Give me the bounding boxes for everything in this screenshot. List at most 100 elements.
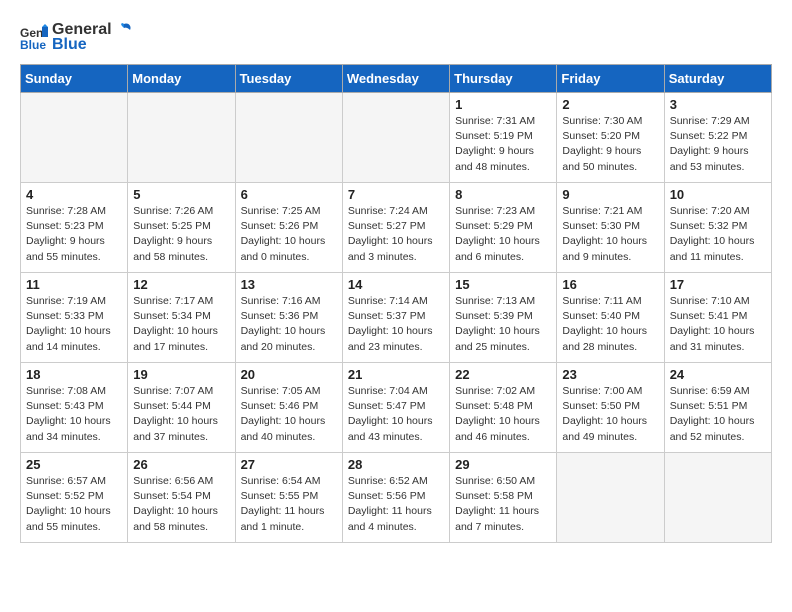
weekday-header-thursday: Thursday xyxy=(450,65,557,93)
calendar-week-2: 4Sunrise: 7:28 AM Sunset: 5:23 PM Daylig… xyxy=(21,183,772,273)
day-number: 23 xyxy=(562,367,658,382)
calendar-table: SundayMondayTuesdayWednesdayThursdayFrid… xyxy=(20,64,772,543)
calendar-cell: 18Sunrise: 7:08 AM Sunset: 5:43 PM Dayli… xyxy=(21,363,128,453)
calendar-cell: 5Sunrise: 7:26 AM Sunset: 5:25 PM Daylig… xyxy=(128,183,235,273)
calendar-cell xyxy=(664,453,771,543)
calendar-cell: 8 Sunrise: 7:23 AM Sunset: 5:29 PM Daylig… xyxy=(450,183,557,273)
day-info: Sunrise: 7:23 AM Sunset: 5:29 PM Dayligh… xyxy=(455,204,551,265)
calendar-cell: 14 Sunrise: 7:14 AM Sunset: 5:37 PM Dayli… xyxy=(342,273,449,363)
calendar-cell: 7 Sunrise: 7:24 AM Sunset: 5:27 PM Daylig… xyxy=(342,183,449,273)
day-number: 10 xyxy=(670,187,766,202)
calendar-week-4: 18Sunrise: 7:08 AM Sunset: 5:43 PM Dayli… xyxy=(21,363,772,453)
day-number: 21 xyxy=(348,367,444,382)
calendar-cell: 28 Sunrise: 6:52 AM Sunset: 5:56 PM Dayli… xyxy=(342,453,449,543)
weekday-header-sunday: Sunday xyxy=(21,65,128,93)
day-info: Sunrise: 7:20 AM Sunset: 5:32 PM Dayligh… xyxy=(670,204,766,265)
day-number: 28 xyxy=(348,457,444,472)
day-info: Sunrise: 7:02 AM Sunset: 5:48 PM Dayligh… xyxy=(455,384,551,445)
calendar-cell xyxy=(128,93,235,183)
day-info: Sunrise: 7:05 AM Sunset: 5:46 PM Dayligh… xyxy=(241,384,337,445)
day-number: 1 xyxy=(455,97,551,112)
calendar-cell: 11 Sunrise: 7:19 AM Sunset: 5:33 PM Dayli… xyxy=(21,273,128,363)
day-info: Sunrise: 7:10 AM Sunset: 5:41 PM Dayligh… xyxy=(670,294,766,355)
day-info: Sunrise: 7:25 AM Sunset: 5:26 PM Dayligh… xyxy=(241,204,337,265)
weekday-header-monday: Monday xyxy=(128,65,235,93)
day-number: 18 xyxy=(26,367,122,382)
day-number: 8 xyxy=(455,187,551,202)
logo-icon: Gen Blue xyxy=(20,23,48,51)
svg-text:Blue: Blue xyxy=(20,38,46,51)
day-info: Sunrise: 7:19 AM Sunset: 5:33 PM Dayligh… xyxy=(26,294,122,355)
day-number: 19 xyxy=(133,367,229,382)
day-number: 27 xyxy=(241,457,337,472)
day-info: Sunrise: 7:29 AM Sunset: 5:22 PM Dayligh… xyxy=(670,114,766,175)
day-number: 11 xyxy=(26,277,122,292)
day-info: Sunrise: 7:16 AM Sunset: 5:36 PM Dayligh… xyxy=(241,294,337,355)
weekday-header-saturday: Saturday xyxy=(664,65,771,93)
day-info: Sunrise: 7:04 AM Sunset: 5:47 PM Dayligh… xyxy=(348,384,444,445)
weekday-header-row: SundayMondayTuesdayWednesdayThursdayFrid… xyxy=(21,65,772,93)
day-number: 9 xyxy=(562,187,658,202)
day-info: Sunrise: 6:56 AM Sunset: 5:54 PM Dayligh… xyxy=(133,474,229,535)
day-number: 4 xyxy=(26,187,122,202)
day-info: Sunrise: 7:21 AM Sunset: 5:30 PM Dayligh… xyxy=(562,204,658,265)
day-info: Sunrise: 7:31 AM Sunset: 5:19 PM Dayligh… xyxy=(455,114,551,175)
day-number: 15 xyxy=(455,277,551,292)
day-number: 22 xyxy=(455,367,551,382)
calendar-cell xyxy=(21,93,128,183)
weekday-header-tuesday: Tuesday xyxy=(235,65,342,93)
day-number: 24 xyxy=(670,367,766,382)
day-number: 7 xyxy=(348,187,444,202)
day-number: 13 xyxy=(241,277,337,292)
calendar-cell: 3Sunrise: 7:29 AM Sunset: 5:22 PM Daylig… xyxy=(664,93,771,183)
calendar-cell: 24 Sunrise: 6:59 AM Sunset: 5:51 PM Dayli… xyxy=(664,363,771,453)
day-info: Sunrise: 7:13 AM Sunset: 5:39 PM Dayligh… xyxy=(455,294,551,355)
calendar-cell: 12 Sunrise: 7:17 AM Sunset: 5:34 PM Dayli… xyxy=(128,273,235,363)
day-number: 14 xyxy=(348,277,444,292)
day-number: 2 xyxy=(562,97,658,112)
day-number: 25 xyxy=(26,457,122,472)
day-number: 17 xyxy=(670,277,766,292)
day-info: Sunrise: 7:00 AM Sunset: 5:50 PM Dayligh… xyxy=(562,384,658,445)
day-number: 29 xyxy=(455,457,551,472)
calendar-cell: 9 Sunrise: 7:21 AM Sunset: 5:30 PM Daylig… xyxy=(557,183,664,273)
calendar-cell: 16Sunrise: 7:11 AM Sunset: 5:40 PM Dayli… xyxy=(557,273,664,363)
day-info: Sunrise: 7:14 AM Sunset: 5:37 PM Dayligh… xyxy=(348,294,444,355)
day-info: Sunrise: 7:24 AM Sunset: 5:27 PM Dayligh… xyxy=(348,204,444,265)
calendar-cell: 17 Sunrise: 7:10 AM Sunset: 5:41 PM Dayli… xyxy=(664,273,771,363)
calendar-cell: 23 Sunrise: 7:00 AM Sunset: 5:50 PM Dayli… xyxy=(557,363,664,453)
day-info: Sunrise: 6:52 AM Sunset: 5:56 PM Dayligh… xyxy=(348,474,444,535)
page-header: Gen Blue General Blue xyxy=(20,20,772,54)
weekday-header-friday: Friday xyxy=(557,65,664,93)
calendar-cell xyxy=(235,93,342,183)
calendar-cell: 25 Sunrise: 6:57 AM Sunset: 5:52 PM Dayli… xyxy=(21,453,128,543)
logo-bird-icon xyxy=(114,20,134,40)
day-info: Sunrise: 6:57 AM Sunset: 5:52 PM Dayligh… xyxy=(26,474,122,535)
calendar-cell: 2 Sunrise: 7:30 AM Sunset: 5:20 PM Daylig… xyxy=(557,93,664,183)
logo: Gen Blue General Blue xyxy=(20,20,134,54)
calendar-week-5: 25 Sunrise: 6:57 AM Sunset: 5:52 PM Dayli… xyxy=(21,453,772,543)
calendar-cell: 27 Sunrise: 6:54 AM Sunset: 5:55 PM Dayli… xyxy=(235,453,342,543)
calendar-cell: 6 Sunrise: 7:25 AM Sunset: 5:26 PM Daylig… xyxy=(235,183,342,273)
day-info: Sunrise: 6:59 AM Sunset: 5:51 PM Dayligh… xyxy=(670,384,766,445)
calendar-week-1: 1 Sunrise: 7:31 AM Sunset: 5:19 PM Daylig… xyxy=(21,93,772,183)
calendar-cell: 20Sunrise: 7:05 AM Sunset: 5:46 PM Dayli… xyxy=(235,363,342,453)
day-info: Sunrise: 7:30 AM Sunset: 5:20 PM Dayligh… xyxy=(562,114,658,175)
day-number: 6 xyxy=(241,187,337,202)
calendar-cell: 26 Sunrise: 6:56 AM Sunset: 5:54 PM Dayli… xyxy=(128,453,235,543)
calendar-cell: 15 Sunrise: 7:13 AM Sunset: 5:39 PM Dayli… xyxy=(450,273,557,363)
calendar-cell: 13 Sunrise: 7:16 AM Sunset: 5:36 PM Dayli… xyxy=(235,273,342,363)
calendar-cell: 4Sunrise: 7:28 AM Sunset: 5:23 PM Daylig… xyxy=(21,183,128,273)
weekday-header-wednesday: Wednesday xyxy=(342,65,449,93)
day-info: Sunrise: 7:11 AM Sunset: 5:40 PM Dayligh… xyxy=(562,294,658,355)
calendar-cell: 19 Sunrise: 7:07 AM Sunset: 5:44 PM Dayli… xyxy=(128,363,235,453)
day-number: 26 xyxy=(133,457,229,472)
calendar-cell xyxy=(342,93,449,183)
calendar-cell xyxy=(557,453,664,543)
day-info: Sunrise: 7:17 AM Sunset: 5:34 PM Dayligh… xyxy=(133,294,229,355)
day-number: 12 xyxy=(133,277,229,292)
calendar-cell: 22 Sunrise: 7:02 AM Sunset: 5:48 PM Dayli… xyxy=(450,363,557,453)
day-info: Sunrise: 7:07 AM Sunset: 5:44 PM Dayligh… xyxy=(133,384,229,445)
day-number: 5 xyxy=(133,187,229,202)
day-info: Sunrise: 6:54 AM Sunset: 5:55 PM Dayligh… xyxy=(241,474,337,535)
